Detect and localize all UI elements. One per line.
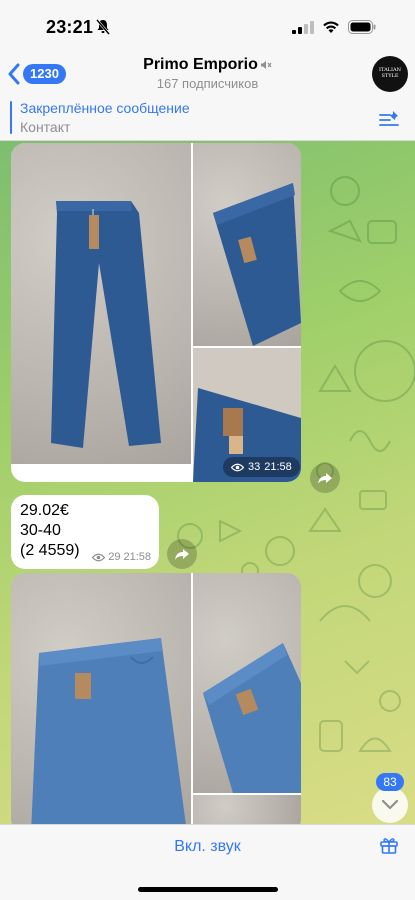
jeans-photo-full (51, 201, 161, 448)
avatar-logo-line: STYLE (381, 72, 399, 79)
share-arrow-icon (175, 549, 189, 560)
album-views-time: 33 21:58 (223, 457, 300, 477)
pinned-indicator (10, 101, 12, 134)
share-button[interactable] (167, 539, 197, 569)
share-button[interactable] (310, 463, 340, 493)
album-views: 33 (248, 461, 261, 473)
chat-header: 1230 Primo Emporio 167 подписчиков ITALI… (0, 54, 415, 96)
message-views: 29 (108, 551, 121, 563)
channel-title[interactable]: Primo Emporio (0, 56, 415, 74)
battery-icon (348, 20, 376, 34)
chevron-down-icon (382, 800, 398, 810)
channel-avatar[interactable]: ITALIAN STYLE (372, 56, 408, 92)
muted-speaker-icon (260, 60, 272, 69)
album-photo[interactable]: 33 21:58 (193, 348, 301, 482)
album-photo[interactable] (11, 143, 191, 464)
album-photo[interactable] (193, 143, 301, 346)
pinned-list-icon[interactable] (378, 109, 400, 129)
photo-album[interactable]: 33 21:58 (11, 143, 301, 482)
message-views-time: 29 21:58 (92, 551, 151, 563)
gift-icon[interactable] (379, 835, 399, 855)
jeans-photo-detail (203, 643, 301, 793)
pinned-subtitle: Контакт (20, 119, 71, 135)
bell-slash-icon (96, 19, 110, 35)
album-photo[interactable] (193, 573, 301, 793)
album-photo[interactable] (193, 795, 301, 824)
text-message-bubble[interactable]: 29.02€ 30-40 (2 4559) 29 21:58 (11, 495, 159, 569)
album-time: 21:58 (264, 461, 292, 473)
wifi-icon (323, 21, 339, 33)
photo-album[interactable] (11, 573, 301, 824)
unread-count-badge[interactable]: 83 (376, 773, 404, 791)
chat-messages-area[interactable]: 33 21:58 29.02€ 30-40 (2 4559) 29 21:58 (0, 141, 415, 824)
unmute-button[interactable]: Вкл. звук (0, 838, 415, 856)
message-time: 21:58 (123, 551, 151, 563)
pinned-message-bar[interactable]: Закреплённое сообщение Контакт (0, 96, 415, 141)
pinned-title: Закреплённое сообщение (20, 100, 190, 116)
jeans-photo-waist (213, 183, 301, 346)
home-indicator (138, 887, 278, 892)
share-arrow-icon (318, 473, 332, 484)
album-photo[interactable] (11, 573, 191, 824)
eye-icon (231, 463, 244, 471)
status-bar: 23:21 (0, 0, 415, 54)
bottom-bar: Вкл. звук (0, 824, 415, 900)
eye-icon (92, 553, 106, 561)
price-line: 29.02€ (20, 502, 69, 519)
size-line: 30-40 (20, 522, 61, 539)
subscriber-count: 167 подписчиков (156, 76, 259, 91)
jeans-photo-front (31, 638, 186, 824)
scroll-to-bottom-button[interactable] (372, 787, 408, 823)
channel-name: Primo Emporio (143, 56, 258, 73)
signal-icon (292, 21, 314, 34)
status-time: 23:21 (46, 17, 94, 37)
